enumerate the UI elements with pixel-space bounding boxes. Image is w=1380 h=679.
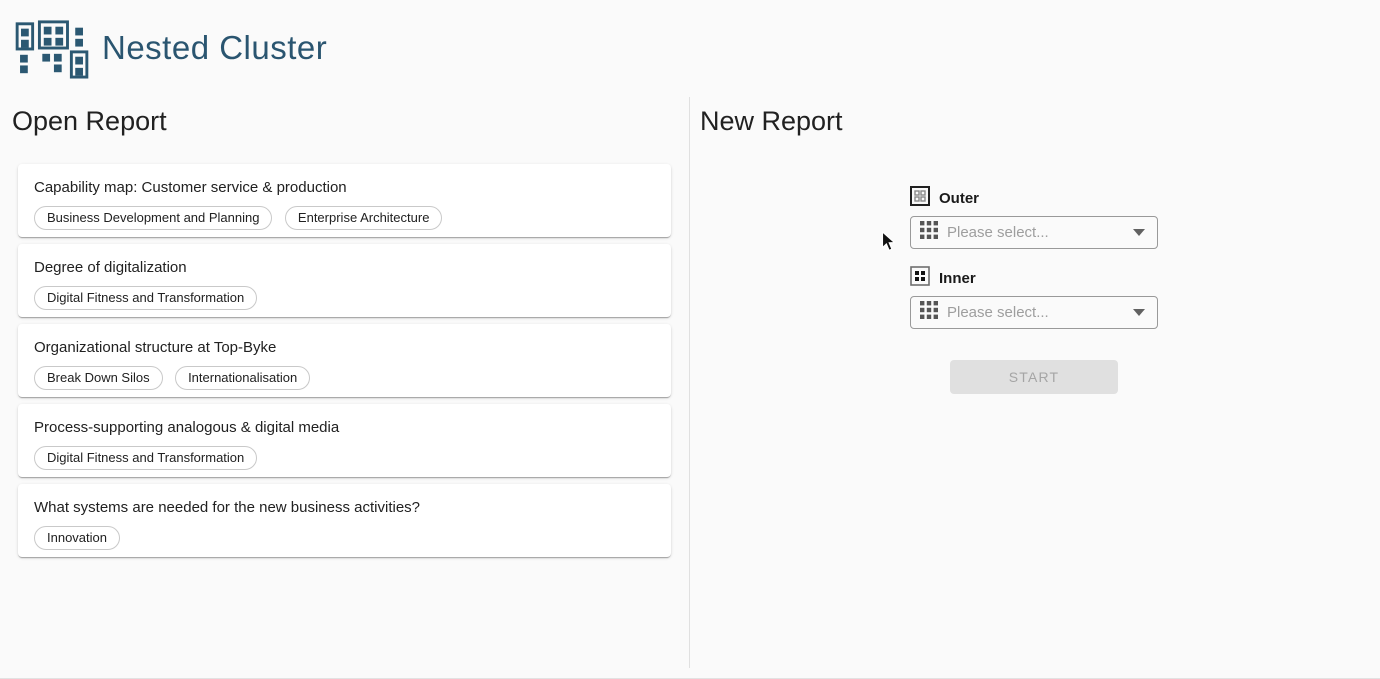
outer-select-placeholder: Please select...	[947, 224, 1049, 241]
tag-chip: Internationalisation	[175, 366, 310, 390]
open-report-heading: Open Report	[12, 106, 167, 137]
mouse-cursor	[881, 231, 896, 257]
outer-field-label-row: Outer	[910, 188, 1158, 209]
report-card-title: Organizational structure at Top-Byke	[34, 338, 655, 358]
start-button[interactable]: START	[950, 360, 1118, 394]
inner-field-label-row: Inner	[910, 268, 1158, 289]
report-card-tags: Break Down Silos Internationalisation	[34, 366, 655, 390]
app-header: Nested Cluster	[0, 0, 1380, 97]
tag-chip: Digital Fitness and Transformation	[34, 446, 257, 470]
grid-icon	[920, 221, 938, 244]
outer-field-label: Outer	[939, 190, 979, 207]
report-card-title: Degree of digitalization	[34, 258, 655, 278]
outer-select[interactable]: Please select...	[910, 216, 1158, 249]
report-card-tags: Digital Fitness and Transformation	[34, 286, 655, 310]
report-card-title: Process-supporting analogous & digital m…	[34, 418, 655, 438]
report-card-title: Capability map: Customer service & produ…	[34, 178, 655, 198]
tag-chip: Business Development and Planning	[34, 206, 272, 230]
grid-icon	[920, 301, 938, 324]
inner-field-label: Inner	[939, 270, 976, 287]
app-window: Nested Cluster Open Report Capability ma…	[0, 0, 1380, 679]
report-card[interactable]: Organizational structure at Top-Byke Bre…	[18, 324, 671, 397]
report-card-list: Capability map: Customer service & produ…	[18, 164, 671, 564]
report-card[interactable]: Process-supporting analogous & digital m…	[18, 404, 671, 477]
inner-select[interactable]: Please select...	[910, 296, 1158, 329]
report-card-tags: Innovation	[34, 526, 655, 550]
new-report-heading: New Report	[700, 106, 843, 137]
report-card-tags: Digital Fitness and Transformation	[34, 446, 655, 470]
chevron-down-icon	[1133, 309, 1145, 316]
tag-chip: Break Down Silos	[34, 366, 163, 390]
report-card[interactable]: Degree of digitalization Digital Fitness…	[18, 244, 671, 317]
tag-chip: Digital Fitness and Transformation	[34, 286, 257, 310]
new-report-form: Outer Please select...	[910, 188, 1158, 394]
tag-chip: Enterprise Architecture	[285, 206, 443, 230]
app-title: Nested Cluster	[102, 29, 327, 67]
report-card[interactable]: Capability map: Customer service & produ…	[18, 164, 671, 237]
report-card-title: What systems are needed for the new busi…	[34, 498, 655, 518]
outer-icon	[910, 186, 930, 211]
inner-select-placeholder: Please select...	[947, 304, 1049, 321]
inner-icon	[910, 266, 930, 291]
panel-divider	[689, 97, 690, 668]
app-logo-icon	[14, 18, 90, 84]
report-card[interactable]: What systems are needed for the new busi…	[18, 484, 671, 557]
tag-chip: Innovation	[34, 526, 120, 550]
chevron-down-icon	[1133, 229, 1145, 236]
report-card-tags: Business Development and Planning Enterp…	[34, 206, 655, 230]
